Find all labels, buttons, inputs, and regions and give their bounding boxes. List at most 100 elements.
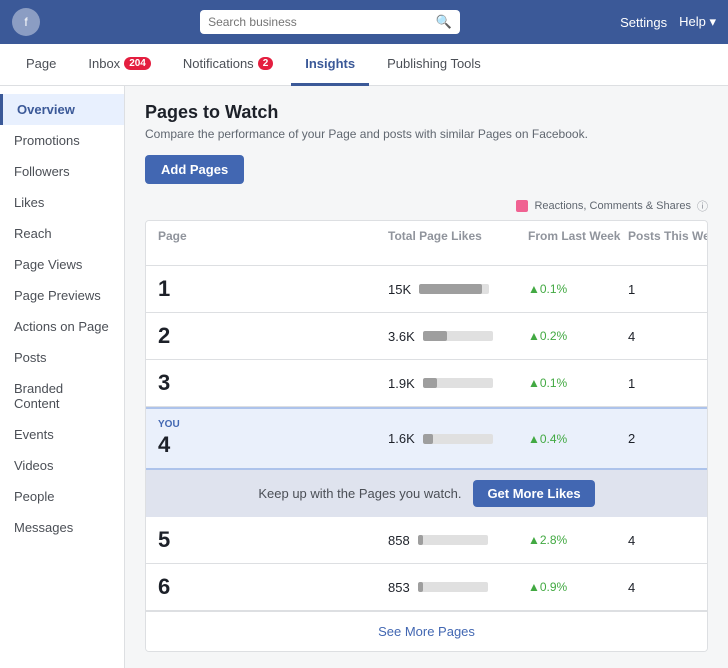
col-posts-this-week: Posts This Week xyxy=(628,229,708,257)
table-row: 2 3.6K ▲0.2% 4 73 xyxy=(146,313,707,360)
search-icon[interactable]: 🔍 xyxy=(436,14,452,30)
sidebar-item-page-views[interactable]: Page Views xyxy=(0,249,124,280)
nav-inbox[interactable]: Inbox 204 xyxy=(74,44,165,86)
likes-bar-bg-3 xyxy=(423,378,493,388)
likes-value-3: 1.9K xyxy=(388,376,415,391)
content-area: Pages to Watch Compare the performance o… xyxy=(125,86,728,668)
sidebar-item-actions-on-page[interactable]: Actions on Page xyxy=(0,311,124,342)
settings-link[interactable]: Settings xyxy=(620,15,667,30)
sidebar-item-overview[interactable]: Overview xyxy=(0,94,124,125)
you-label: YOU xyxy=(158,419,388,430)
likes-cell-3: 1.9K xyxy=(388,376,528,391)
search-input[interactable] xyxy=(208,15,430,29)
page-subtitle: Compare the performance of your Page and… xyxy=(145,127,708,141)
legend-color xyxy=(516,200,528,212)
legend-label: Reactions, Comments & Shares xyxy=(534,200,691,212)
likes-cell-5: 858 xyxy=(388,533,528,548)
pages-watch-table: Page Total Page Likes From Last Week Pos… xyxy=(145,220,708,652)
likes-bar-4 xyxy=(423,434,434,444)
from-last-week-5: ▲2.8% xyxy=(528,533,628,547)
likes-bar-bg-4 xyxy=(423,434,493,444)
likes-bar-2 xyxy=(423,331,448,341)
likes-bar-bg-6 xyxy=(418,582,488,592)
top-nav: f 🔍 Settings Help ▾ xyxy=(0,0,728,44)
row-rank-3: 3 xyxy=(158,370,388,396)
sidebar-item-events[interactable]: Events xyxy=(0,419,124,450)
sidebar-item-posts[interactable]: Posts xyxy=(0,342,124,373)
table-row: 3 1.9K ▲0.1% 1 19 xyxy=(146,360,707,407)
likes-cell-6: 853 xyxy=(388,580,528,595)
likes-bar-5 xyxy=(418,535,424,545)
secondary-nav: Page Inbox 204 Notifications 2 Insights … xyxy=(0,44,728,86)
sidebar-item-page-previews[interactable]: Page Previews xyxy=(0,280,124,311)
sidebar-item-followers[interactable]: Followers xyxy=(0,156,124,187)
from-last-week-6: ▲0.9% xyxy=(528,580,628,594)
from-last-week-4: ▲0.4% xyxy=(528,432,628,446)
from-last-week-2: ▲0.2% xyxy=(528,329,628,343)
nav-page[interactable]: Page xyxy=(12,44,70,86)
table-row: 6 853 ▲0.9% 4 20 xyxy=(146,564,707,611)
likes-cell-1: 15K xyxy=(388,282,528,297)
nav-insights[interactable]: Insights xyxy=(291,44,369,86)
fb-logo: f xyxy=(12,8,40,36)
sidebar-item-reach[interactable]: Reach xyxy=(0,218,124,249)
main-layout: Overview Promotions Followers Likes Reac… xyxy=(0,86,728,668)
likes-bar-3 xyxy=(423,378,437,388)
table-legend-row: Reactions, Comments & Shares ⓘ xyxy=(145,198,708,214)
table-header: Page Total Page Likes From Last Week Pos… xyxy=(146,221,707,266)
keep-up-text: Keep up with the Pages you watch. xyxy=(258,486,461,501)
sidebar-item-branded-content[interactable]: Branded Content xyxy=(0,373,124,419)
table-row: 1 15K ▲0.1% 1 26 xyxy=(146,266,707,313)
likes-bar-bg-1 xyxy=(419,284,489,294)
likes-bar-1 xyxy=(419,284,482,294)
help-link[interactable]: Help ▾ xyxy=(679,14,716,30)
notifications-badge: 2 xyxy=(258,57,274,70)
posts-this-week-3: 1 xyxy=(628,376,708,391)
col-total-likes: Total Page Likes xyxy=(388,229,528,257)
row-rank-4: YOU 4 xyxy=(158,419,388,458)
likes-value-2: 3.6K xyxy=(388,329,415,344)
row-rank-5: 5 xyxy=(158,527,388,553)
sidebar-item-promotions[interactable]: Promotions xyxy=(0,125,124,156)
col-from-last-week: From Last Week xyxy=(528,229,628,257)
sidebar-item-messages[interactable]: Messages xyxy=(0,512,124,543)
keep-up-banner: Keep up with the Pages you watch. Get Mo… xyxy=(146,470,707,517)
page-title: Pages to Watch xyxy=(145,102,708,123)
sidebar-item-videos[interactable]: Videos xyxy=(0,450,124,481)
get-more-likes-button[interactable]: Get More Likes xyxy=(473,480,594,507)
sidebar-item-people[interactable]: People xyxy=(0,481,124,512)
likes-value-5: 858 xyxy=(388,533,410,548)
top-nav-right: Settings Help ▾ xyxy=(620,14,716,30)
sidebar: Overview Promotions Followers Likes Reac… xyxy=(0,86,125,668)
likes-value-1: 15K xyxy=(388,282,411,297)
nav-notifications[interactable]: Notifications 2 xyxy=(169,44,287,86)
legend-info-icon: ⓘ xyxy=(697,198,708,214)
likes-cell-4: 1.6K xyxy=(388,431,528,446)
posts-this-week-2: 4 xyxy=(628,329,708,344)
posts-this-week-6: 4 xyxy=(628,580,708,595)
sidebar-item-likes[interactable]: Likes xyxy=(0,187,124,218)
row-rank-2: 2 xyxy=(158,323,388,349)
col-page: Page xyxy=(158,229,388,257)
row-rank-1: 1 xyxy=(158,276,388,302)
posts-this-week-5: 4 xyxy=(628,533,708,548)
likes-value-4: 1.6K xyxy=(388,431,415,446)
likes-bar-bg-2 xyxy=(423,331,493,341)
likes-cell-2: 3.6K xyxy=(388,329,528,344)
top-nav-left: f xyxy=(12,8,40,36)
add-pages-button[interactable]: Add Pages xyxy=(145,155,244,184)
from-last-week-3: ▲0.1% xyxy=(528,376,628,390)
likes-value-6: 853 xyxy=(388,580,410,595)
posts-this-week-1: 1 xyxy=(628,282,708,297)
top-nav-center: 🔍 xyxy=(40,10,620,34)
inbox-badge: 204 xyxy=(124,57,151,70)
see-more-pages[interactable]: See More Pages xyxy=(146,611,707,651)
table-row: 5 858 ▲2.8% 4 24 xyxy=(146,517,707,564)
table-row-you: YOU 4 1.6K ▲0.4% 2 11 xyxy=(146,407,707,470)
likes-bar-bg-5 xyxy=(418,535,488,545)
nav-publishing-tools[interactable]: Publishing Tools xyxy=(373,44,495,86)
likes-bar-6 xyxy=(418,582,424,592)
row-rank-6: 6 xyxy=(158,574,388,600)
from-last-week-1: ▲0.1% xyxy=(528,282,628,296)
posts-this-week-4: 2 xyxy=(628,431,708,446)
